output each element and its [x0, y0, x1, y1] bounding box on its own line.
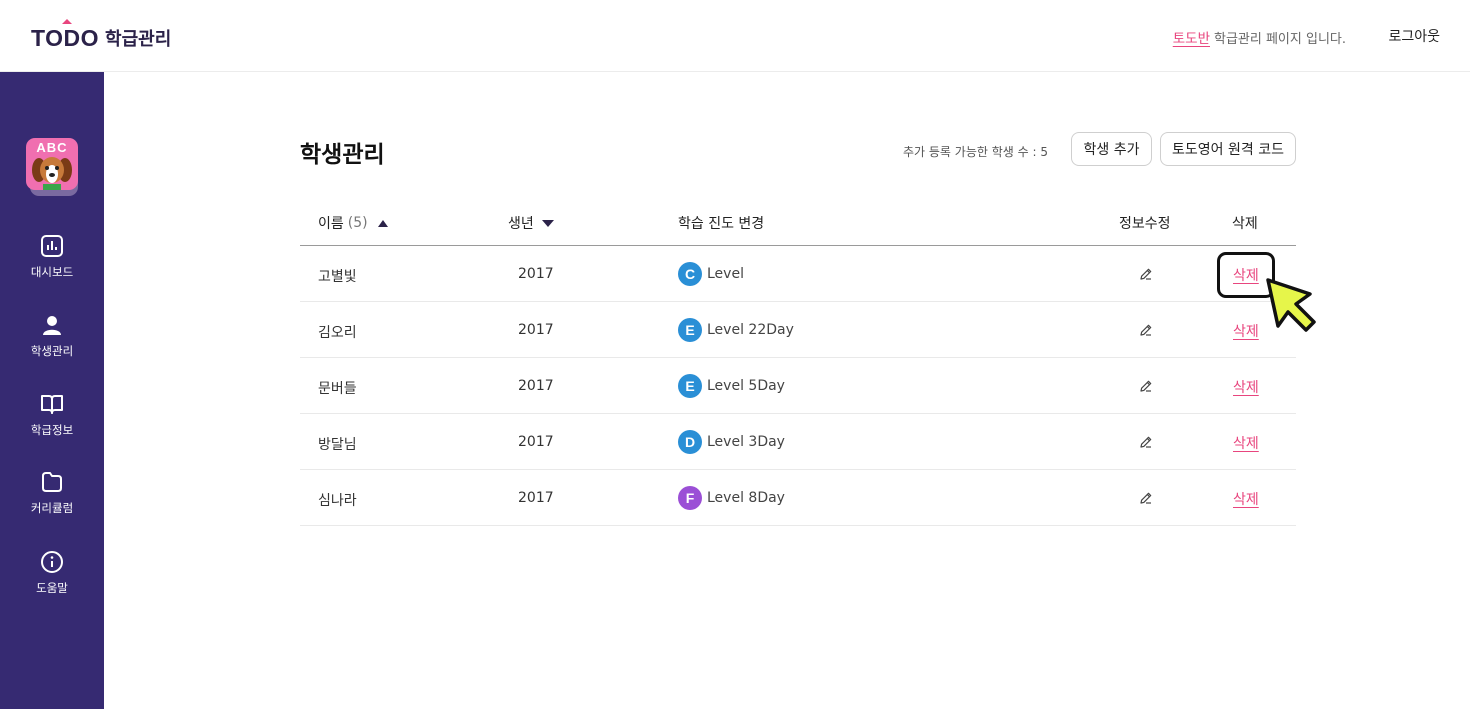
header-message: 토도반 학급관리 페이지 입니다. — [1173, 27, 1346, 47]
table-row: 방달님 2017 D Level 3Day 삭제 — [300, 414, 1296, 470]
class-avatar[interactable]: ABC — [26, 138, 78, 196]
level-text: Level 22Day — [707, 322, 794, 338]
level-text: Level — [707, 266, 744, 282]
sidebar-item-dashboard[interactable]: 대시보드 — [0, 234, 104, 280]
level-badge: E — [678, 374, 702, 398]
info-icon — [41, 551, 63, 573]
sidebar-item-label: 커리큘럼 — [30, 501, 74, 515]
name-column-header[interactable]: 이름 (5) — [318, 213, 388, 233]
table-row: 김오리 2017 E Level 22Day 삭제 — [300, 302, 1296, 358]
top-header: TODO 학급관리 토도반 학급관리 페이지 입니다. 로그아웃 — [0, 0, 1470, 72]
level-badge: C — [678, 262, 702, 286]
app-logo[interactable]: TODO 학급관리 — [31, 18, 172, 52]
sidebar-item-class-info[interactable]: 학급정보 — [0, 392, 104, 438]
student-table: 이름 (5) 생년 학습 진도 변경 정보수정 삭제 고별빛 2017 C Level 삭… — [300, 198, 1296, 526]
delete-column-header: 삭제 — [1232, 216, 1258, 232]
table-row: 심나라 2017 F Level 8Day 삭제 — [300, 470, 1296, 526]
student-name: 고별빛 — [318, 269, 357, 285]
student-name: 김오리 — [318, 325, 357, 341]
student-birth-year: 2017 — [518, 434, 554, 450]
student-count: (5) — [347, 215, 368, 231]
delete-student-link[interactable]: 삭제 — [1233, 433, 1259, 453]
sort-ascending-icon — [377, 219, 388, 227]
level-badge: D — [678, 430, 702, 454]
delete-student-link[interactable]: 삭제 — [1233, 321, 1259, 341]
pencil-icon[interactable] — [1138, 490, 1154, 506]
pencil-icon[interactable] — [1138, 378, 1154, 394]
table-row: 고별빛 2017 C Level 삭제 — [300, 246, 1296, 302]
logo-subtitle: 학급관리 — [105, 29, 172, 50]
sidebar-item-label: 학급정보 — [30, 423, 74, 437]
year-column-header[interactable]: 생년 — [508, 213, 554, 233]
remaining-students-text: 추가 등록 가능한 학생 수 : 5 — [903, 145, 1048, 159]
student-birth-year: 2017 — [518, 266, 554, 282]
sidebar-item-help[interactable]: 도움말 — [0, 550, 104, 596]
student-birth-year: 2017 — [518, 490, 554, 506]
header-message-text: 학급관리 페이지 입니다. — [1214, 32, 1346, 47]
progress-selector[interactable]: C Level — [678, 262, 744, 286]
pointer-cursor-icon — [1266, 278, 1316, 332]
student-name: 문버들 — [318, 381, 357, 397]
progress-selector[interactable]: F Level 8Day — [678, 486, 785, 510]
class-name-link[interactable]: 토도반 — [1173, 27, 1210, 47]
pencil-icon[interactable] — [1138, 266, 1154, 282]
progress-selector[interactable]: E Level 5Day — [678, 374, 785, 398]
student-birth-year: 2017 — [518, 378, 554, 394]
sidebar-item-curriculum[interactable]: 커리큘럼 — [0, 470, 104, 516]
delete-student-link[interactable]: 삭제 — [1233, 489, 1259, 509]
level-text: Level 8Day — [707, 490, 785, 506]
user-icon — [43, 316, 61, 335]
page-title: 학생관리 — [300, 142, 385, 168]
pencil-icon[interactable] — [1138, 434, 1154, 450]
remote-code-button[interactable]: 토도영어 원격 코드 — [1160, 132, 1296, 166]
student-name: 심나라 — [318, 493, 357, 509]
progress-column-header: 학습 진도 변경 — [678, 216, 765, 232]
add-student-button[interactable]: 학생 추가 — [1071, 132, 1152, 166]
book-icon — [41, 395, 63, 414]
progress-selector[interactable]: D Level 3Day — [678, 430, 785, 454]
progress-selector[interactable]: E Level 22Day — [678, 318, 794, 342]
table-header: 이름 (5) 생년 학습 진도 변경 정보수정 삭제 — [300, 198, 1296, 246]
logout-button[interactable]: 로그아웃 — [1388, 26, 1440, 46]
chart-icon — [41, 235, 63, 257]
logo-todo-text: TODO — [31, 18, 99, 52]
sidebar-item-students[interactable]: 학생관리 — [0, 313, 104, 359]
sidebar-item-label: 대시보드 — [30, 265, 74, 279]
table-row: 문버들 2017 E Level 5Day 삭제 — [300, 358, 1296, 414]
level-text: Level 3Day — [707, 434, 785, 450]
folder-icon — [42, 472, 62, 492]
student-name: 방달님 — [318, 437, 357, 453]
sidebar-item-label: 도움말 — [36, 581, 68, 595]
student-birth-year: 2017 — [518, 322, 554, 338]
sidebar-item-label: 학생관리 — [30, 344, 74, 358]
level-text: Level 5Day — [707, 378, 785, 394]
delete-student-link[interactable]: 삭제 — [1233, 377, 1259, 397]
sidebar: ABC 대시보드 학생관리 학급정보 커리큘럼 도움말 — [0, 72, 104, 709]
sort-descending-icon — [541, 219, 554, 227]
edit-column-header: 정보수정 — [1119, 216, 1171, 232]
table-body: 고별빛 2017 C Level 삭제 김오리 2017 E Level 22Day 삭제 문버들 2… — [300, 246, 1296, 526]
pencil-icon[interactable] — [1138, 322, 1154, 338]
level-badge: E — [678, 318, 702, 342]
dog-icon — [32, 157, 72, 190]
level-badge: F — [678, 486, 702, 510]
